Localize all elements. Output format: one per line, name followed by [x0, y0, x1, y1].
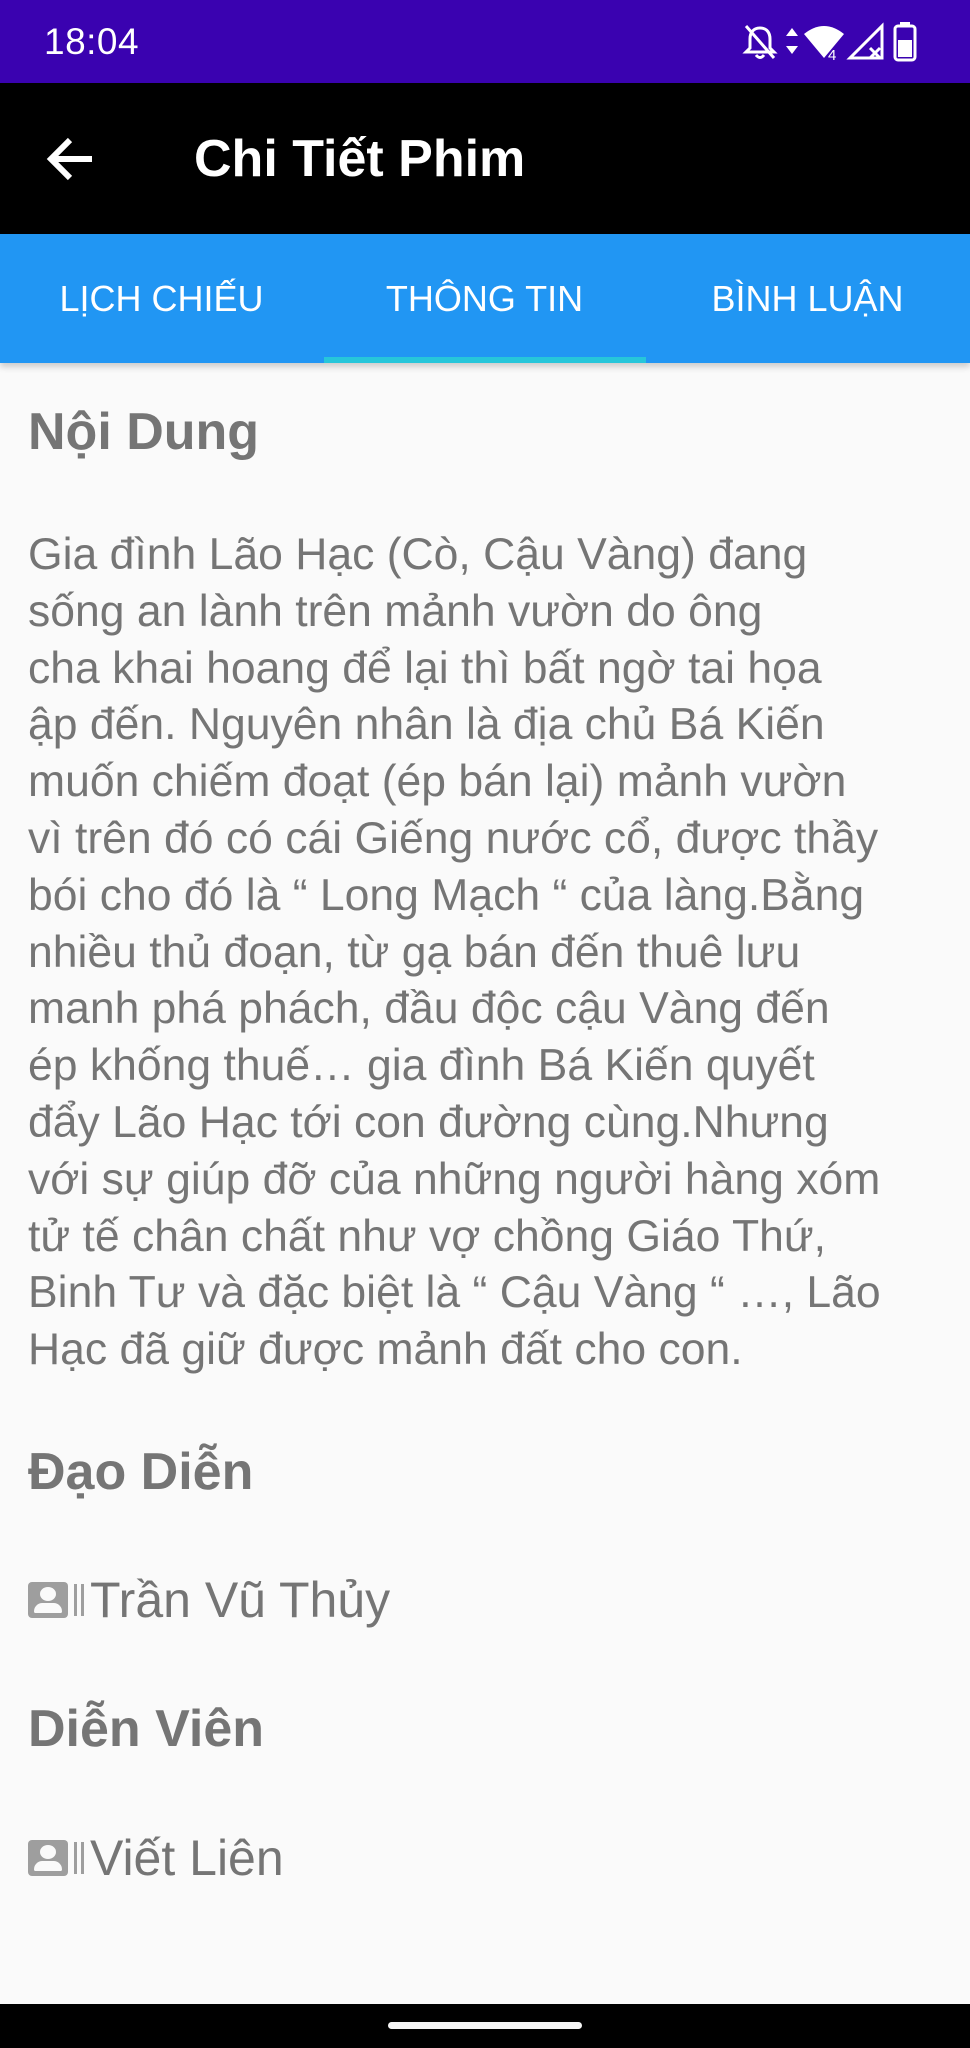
signal-icon: [846, 22, 884, 60]
synopsis-line: Hạc đã giữ được mảnh đất cho con.: [28, 1325, 743, 1375]
arrow-left-icon: [46, 137, 92, 181]
back-button[interactable]: [42, 130, 100, 188]
notifications-off-icon: [742, 25, 778, 59]
battery-icon: [893, 22, 917, 62]
tab-schedule[interactable]: LỊCH CHIẾU: [0, 234, 323, 363]
synopsis-line: ép khống thuế… gia đình Bá Kiến quyết: [28, 1041, 815, 1091]
synopsis-line: Binh Tư và đặc biệt là “ Cậu Vàng “ …, L…: [28, 1268, 881, 1318]
tab-info[interactable]: THÔNG TIN: [323, 234, 646, 363]
gesture-handle[interactable]: [388, 2022, 582, 2029]
synopsis-heading: Nội Dung: [28, 403, 260, 461]
synopsis-line: ập đến. Nguyên nhân là địa chủ Bá Kiến: [28, 700, 825, 750]
synopsis-line: muốn chiếm đoạt (ép bán lại) mảnh vườn: [28, 757, 847, 807]
cast-name: Viết Liên: [90, 1830, 284, 1886]
contact-card-icon: [28, 1582, 68, 1618]
status-icons: 4: [742, 20, 932, 64]
tab-comments[interactable]: BÌNH LUẬN: [646, 234, 969, 363]
synopsis-line: Gia đình Lão Hạc (Cò, Cậu Vàng) đang: [28, 530, 808, 579]
contact-card-icon: [28, 1840, 68, 1876]
synopsis-line: bói cho đó là “ Long Mạch “ của làng.Bằn…: [28, 870, 865, 920]
status-time: 18:04: [44, 21, 140, 62]
synopsis-text: Gia đình Lão Hạc (Cò, Cậu Vàng) đang sốn…: [28, 527, 948, 1379]
cast-item: Viết Liên: [28, 1826, 728, 1890]
status-bar: 18:04 4: [0, 0, 970, 83]
cast-heading: Diễn Viên: [28, 1700, 265, 1758]
synopsis-line: manh phá phách, đầu độc cậu Vàng đến: [28, 984, 830, 1034]
divider-marks: [74, 1842, 84, 1874]
director-name: Trần Vũ Thủy: [90, 1572, 391, 1628]
director-heading: Đạo Diễn: [28, 1443, 254, 1501]
wifi-icon: 4: [804, 26, 844, 64]
data-arrows-icon: [786, 28, 798, 54]
app-bar: Chi Tiết Phim: [0, 83, 970, 234]
synopsis-line: tử tế chân chất như vợ chồng Giáo Thứ,: [28, 1211, 827, 1261]
synopsis-line: nhiều thủ đoạn, từ gạ bán đến thuê lưu: [28, 927, 801, 977]
director-item: Trần Vũ Thủy: [28, 1568, 728, 1632]
wifi-badge: 4: [828, 47, 836, 64]
system-nav-bar: [0, 2004, 970, 2048]
tab-bar: LỊCH CHIẾU THÔNG TIN BÌNH LUẬN: [0, 234, 970, 363]
tab-selected-indicator: [324, 357, 646, 363]
synopsis-line: cha khai hoang để lại thì bất ngờ tai họ…: [28, 643, 822, 693]
divider-marks: [74, 1584, 84, 1616]
synopsis-line: với sự giúp đỡ của những người hàng xóm: [28, 1154, 881, 1204]
synopsis-line: sống an lành trên mảnh vườn do ông: [28, 586, 763, 636]
synopsis-line: đẩy Lão Hạc tới con đường cùng.Nhưng: [28, 1097, 829, 1147]
synopsis-line: vì trên đó có cái Giếng nước cổ, được th…: [28, 813, 879, 863]
page-title: Chi Tiết Phim: [194, 130, 526, 188]
